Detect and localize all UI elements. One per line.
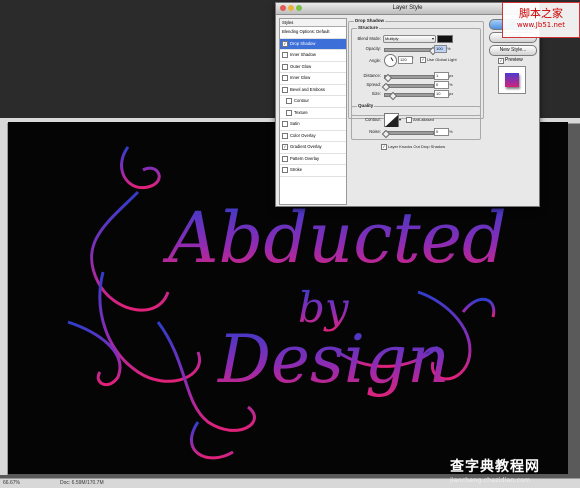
- section-title: Drop Shadow: [354, 18, 385, 23]
- contour-label: Contour:: [364, 117, 381, 122]
- zoom-level[interactable]: 66.67%: [3, 480, 20, 486]
- size-unit: px: [449, 91, 454, 96]
- style-item-inner-shadow[interactable]: Inner Shadow: [280, 50, 346, 62]
- style-item-checkbox[interactable]: [282, 155, 288, 162]
- blend-mode-select[interactable]: Multiply ▾: [383, 35, 436, 43]
- style-item-gradient-overlay[interactable]: ✓ Gradient Overlay: [280, 142, 346, 154]
- spread-slider[interactable]: [384, 84, 434, 88]
- style-item-inner-glow[interactable]: Inner Glow: [280, 73, 346, 85]
- style-item-checkbox[interactable]: [282, 63, 288, 70]
- style-item-pattern-overlay[interactable]: Pattern Overlay: [280, 154, 346, 165]
- layer-style-dialog: Layer Style Styles Blending Options: Def…: [275, 2, 540, 207]
- styles-list: Styles Blending Options: Default ✓ Drop Sh…: [279, 18, 347, 205]
- antialiased-checkbox[interactable]: [406, 117, 412, 123]
- distance-field[interactable]: 1: [434, 72, 449, 80]
- zoom-icon[interactable]: [296, 5, 302, 11]
- style-item-label: Color Overlay: [290, 132, 316, 138]
- contour-dropdown-icon[interactable]: ▾: [399, 117, 401, 122]
- style-item-checkbox[interactable]: [286, 98, 292, 105]
- style-item-checkbox[interactable]: ✓: [282, 144, 288, 151]
- style-item-label: Inner Shadow: [290, 52, 316, 57]
- style-item-contour[interactable]: Contour: [280, 96, 346, 108]
- minimize-icon[interactable]: [288, 5, 294, 11]
- preview-label: Preview: [505, 57, 523, 63]
- style-item-satin[interactable]: Satin: [280, 119, 346, 131]
- opacity-slider[interactable]: [384, 48, 434, 52]
- preview-checkbox[interactable]: ✓: [498, 58, 504, 64]
- knockout-checkbox[interactable]: ✓: [381, 144, 387, 150]
- style-item-label: Gradient Overlay: [290, 144, 322, 149]
- preview-swatch: [505, 73, 519, 87]
- style-item-checkbox[interactable]: [282, 121, 288, 128]
- shadow-color-swatch[interactable]: [437, 35, 453, 43]
- size-label: Size:: [371, 91, 381, 96]
- style-item-label: Texture: [294, 109, 308, 115]
- style-item-label: Contour: [294, 98, 309, 103]
- vertical-ruler[interactable]: [0, 123, 8, 475]
- spread-unit: %: [449, 82, 453, 87]
- style-item-drop-shadow[interactable]: ✓ Drop Shadow: [280, 38, 346, 50]
- knockout-label: Layer Knocks Out Drop Shadow: [388, 144, 446, 149]
- noise-slider[interactable]: [384, 131, 434, 135]
- quality-label: Quality: [357, 103, 375, 108]
- angle-unit: °: [412, 56, 414, 61]
- opacity-unit: %: [447, 46, 451, 51]
- style-item-checkbox[interactable]: ✓: [282, 40, 288, 47]
- style-item-texture[interactable]: Texture: [280, 108, 346, 119]
- style-item-color-overlay[interactable]: Color Overlay: [280, 131, 346, 142]
- size-field[interactable]: 10: [434, 90, 449, 98]
- document-size: Doc: 6.59M/170.7M: [60, 480, 104, 486]
- styles-header[interactable]: Styles: [280, 19, 346, 27]
- style-preview: [498, 66, 526, 94]
- blend-mode-label: Blend Mode:: [357, 36, 381, 41]
- watermark-bottom: 查字典教程网 jiaocheng.chazidian.com: [450, 459, 540, 484]
- style-item-outer-glow[interactable]: Outer Glow: [280, 62, 346, 73]
- structure-label: Structure: [357, 25, 380, 30]
- style-item-label: Bevel and Emboss: [290, 86, 325, 92]
- global-light-checkbox[interactable]: ✓: [420, 57, 426, 63]
- noise-label: Noise:: [369, 129, 381, 134]
- style-item-checkbox[interactable]: [282, 75, 288, 82]
- angle-field[interactable]: 120: [398, 56, 413, 64]
- noise-unit: %: [449, 129, 453, 134]
- style-item-label: Inner Glow: [290, 75, 311, 80]
- contour-picker[interactable]: [384, 113, 399, 127]
- art-text-line1: Abducted: [162, 197, 507, 279]
- style-item-checkbox[interactable]: [282, 167, 288, 174]
- distance-unit: px: [449, 73, 454, 78]
- style-item-label: Drop Shadow: [290, 40, 316, 46]
- drop-shadow-panel: Drop Shadow Structure Blend Mode: Multip…: [348, 18, 484, 202]
- spread-label: Spread:: [366, 82, 381, 87]
- style-item-label: Blending Options: Default: [282, 29, 330, 34]
- style-item-checkbox[interactable]: [286, 109, 292, 116]
- style-item-checkbox[interactable]: [282, 86, 288, 93]
- style-item-label: Pattern Overlay: [290, 155, 320, 161]
- style-item-label: Stroke: [290, 167, 303, 172]
- style-item-label: Satin: [290, 121, 300, 126]
- angle-label: Angle:: [369, 58, 381, 63]
- close-icon[interactable]: [280, 5, 286, 11]
- angle-dial[interactable]: [384, 54, 397, 67]
- watermark-top: 脚本之家 www.Jb51.net: [502, 2, 580, 38]
- antialiased-label: Anti-aliased: [413, 117, 434, 122]
- global-light-label: Use Global Light: [427, 57, 457, 62]
- style-item-checkbox[interactable]: [282, 132, 288, 139]
- dropdown-arrow-icon: ▾: [431, 36, 434, 41]
- opacity-field[interactable]: 100: [434, 45, 447, 53]
- style-item-stroke[interactable]: Stroke: [280, 165, 346, 177]
- new-style-button[interactable]: New Style...: [489, 45, 537, 56]
- style-item-checkbox[interactable]: [282, 52, 288, 59]
- spread-field[interactable]: 0: [434, 81, 449, 89]
- distance-label: Distance:: [363, 73, 381, 78]
- style-item-blending-options-default[interactable]: Blending Options: Default: [280, 27, 346, 39]
- dialog-title: Layer Style: [276, 3, 539, 15]
- noise-field[interactable]: 0: [434, 128, 449, 136]
- art-text-line3: Design: [217, 321, 450, 398]
- style-item-bevel-and-emboss[interactable]: Bevel and Emboss: [280, 85, 346, 96]
- style-item-label: Outer Glow: [290, 63, 312, 69]
- opacity-label: Opacity:: [365, 46, 381, 51]
